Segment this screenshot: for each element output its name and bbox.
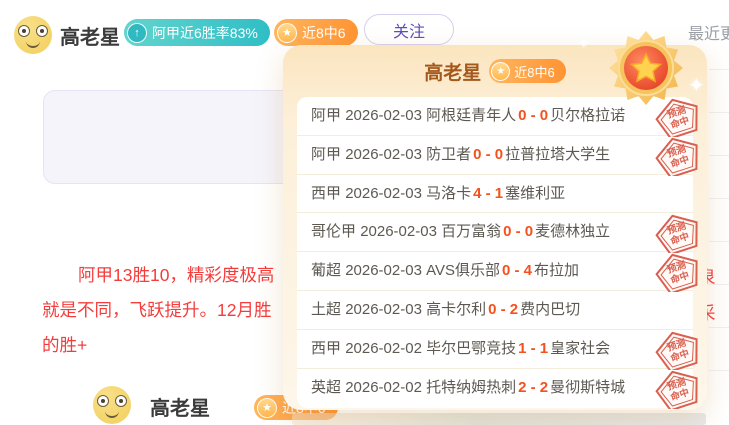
- match-score: 2 - 2: [518, 379, 548, 396]
- home-team: 百万富翁: [441, 223, 501, 240]
- table-row[interactable]: 西甲 2026-02-03 马洛卡4 - 1塞维利亚: [297, 175, 693, 214]
- match-score: 0 - 0: [518, 107, 548, 124]
- match-date: 2026-02-02: [345, 379, 422, 396]
- home-team: AVS俱乐部: [426, 262, 500, 279]
- prediction-hit-stamp: 预测 命中: [653, 136, 703, 176]
- home-team: 毕尔巴鄂竞技: [426, 340, 516, 357]
- svg-text:预测: 预测: [666, 103, 688, 120]
- win-rate-badge-label: 阿甲近6胜率83%: [152, 23, 258, 43]
- home-team: 托特纳姆热刺: [426, 379, 516, 396]
- hits-badge: ★ 近8中6: [274, 19, 358, 46]
- match-date: 2026-02-03: [345, 262, 422, 279]
- match-league: 西甲: [311, 185, 341, 202]
- svg-text:预测: 预测: [666, 220, 688, 237]
- match-date: 2026-02-03: [345, 146, 422, 163]
- home-team: 高卡尔利: [426, 301, 486, 318]
- match-score: 1 - 1: [518, 340, 548, 357]
- star-icon: ★: [491, 62, 510, 81]
- star-icon: ★: [257, 398, 277, 418]
- prediction-hit-stamp: 预测 命中: [653, 369, 703, 409]
- away-team: 布拉加: [534, 262, 579, 279]
- match-date: 2026-02-02: [345, 340, 422, 357]
- gold-medal-icon: [608, 30, 684, 106]
- match-date: 2026-02-03: [345, 301, 422, 318]
- sparkle-icon: ✦: [578, 35, 590, 52]
- table-row[interactable]: 葡超 2026-02-03 AVS俱乐部0 - 4布拉加 预测 命中: [297, 252, 693, 291]
- user-avatar[interactable]: [14, 16, 52, 54]
- win-rate-badge: ↑ 阿甲近6胜率83%: [124, 19, 270, 46]
- svg-text:命中: 命中: [668, 230, 691, 248]
- table-row[interactable]: 英超 2026-02-02 托特纳姆热刺2 - 2曼彻斯特城 预测 命中: [297, 369, 693, 408]
- svg-text:命中: 命中: [668, 347, 691, 365]
- username[interactable]: 高老星: [60, 21, 120, 50]
- prediction-popup: 高老星 ★ 近8中6 ✦ ✦ ✦ 阿甲 2026-02-03 阿根廷青年人0 -…: [283, 45, 707, 410]
- hits-badge-label: 近8中6: [514, 62, 554, 81]
- svg-text:命中: 命中: [668, 153, 691, 171]
- match-date: 2026-02-03: [360, 223, 437, 240]
- svg-text:命中: 命中: [668, 114, 691, 132]
- match-league: 阿甲: [311, 146, 341, 163]
- away-team: 麦德林独立: [535, 223, 610, 240]
- home-team: 马洛卡: [426, 185, 471, 202]
- avatar-eye-icon: [18, 25, 30, 37]
- prediction-hit-stamp: 预测 命中: [653, 213, 703, 253]
- match-score: 0 - 4: [502, 262, 532, 279]
- avatar-eye-icon: [115, 395, 127, 407]
- username[interactable]: 高老星: [150, 392, 210, 421]
- match-league: 英超: [311, 379, 341, 396]
- avatar-smile-icon: [105, 410, 119, 418]
- match-league: 西甲: [311, 340, 341, 357]
- recent-update-label: 最近更: [688, 20, 729, 44]
- sparkle-icon: ✦: [688, 73, 705, 98]
- analysis-text-line: 阿甲13胜10，精彩度极高: [78, 262, 274, 287]
- prediction-hit-stamp: 预测 命中: [653, 252, 703, 292]
- away-team: 曼彻斯特城: [550, 379, 625, 396]
- match-league: 哥伦甲: [311, 223, 356, 240]
- svg-text:预测: 预测: [666, 259, 688, 276]
- svg-text:预测: 预测: [666, 375, 688, 392]
- prediction-list: 阿甲 2026-02-03 阿根廷青年人0 - 0贝尔格拉诺 预测 命中 阿甲 …: [297, 97, 693, 408]
- match-date: 2026-02-03: [345, 107, 422, 124]
- match-league: 葡超: [311, 262, 341, 279]
- star-icon: ★: [277, 23, 297, 43]
- avatar-smile-icon: [26, 40, 40, 48]
- hits-badge: ★ 近8中6: [489, 59, 565, 83]
- match-league: 阿甲: [311, 107, 341, 124]
- svg-text:预测: 预测: [666, 142, 688, 159]
- match-score: 0 - 0: [473, 146, 503, 163]
- away-team: 费内巴切: [520, 301, 580, 318]
- popup-title: 高老星: [424, 58, 481, 85]
- match-score: 4 - 1: [473, 185, 503, 202]
- match-date: 2026-02-03: [345, 185, 422, 202]
- trend-up-icon: ↑: [127, 23, 147, 43]
- match-league: 土超: [311, 301, 341, 318]
- svg-text:命中: 命中: [668, 269, 691, 287]
- table-row[interactable]: 西甲 2026-02-02 毕尔巴鄂竞技1 - 1皇家社会 预测 命中: [297, 330, 693, 369]
- svg-text:预测: 预测: [666, 336, 688, 353]
- table-row[interactable]: 土超 2026-02-03 高卡尔利0 - 2费内巴切: [297, 291, 693, 330]
- home-team: 防卫者: [426, 146, 471, 163]
- away-team: 塞维利亚: [505, 185, 565, 202]
- avatar-eye-icon: [97, 395, 109, 407]
- follow-button[interactable]: 关注: [364, 14, 454, 45]
- svg-text:命中: 命中: [668, 386, 691, 404]
- away-team: 拉普拉塔大学生: [505, 146, 610, 163]
- analysis-text-line: 就是不同，飞跃提升。12月胜: [42, 297, 271, 322]
- avatar-eye-icon: [36, 25, 48, 37]
- table-row[interactable]: 阿甲 2026-02-03 防卫者0 - 0拉普拉塔大学生 预测 命中: [297, 136, 693, 175]
- analysis-text-line: 的胜+: [42, 332, 87, 357]
- user-avatar[interactable]: [93, 386, 131, 424]
- away-team: 皇家社会: [550, 340, 610, 357]
- home-team: 阿根廷青年人: [426, 107, 516, 124]
- blurred-banner-edge: [292, 413, 706, 425]
- hits-badge-label: 近8中6: [302, 23, 346, 43]
- prediction-hit-stamp: 预测 命中: [653, 330, 703, 370]
- match-score: 0 - 0: [503, 223, 533, 240]
- sparkle-icon: ✦: [613, 103, 621, 114]
- table-row[interactable]: 哥伦甲 2026-02-03 百万富翁0 - 0麦德林独立 预测 命中: [297, 213, 693, 252]
- match-score: 0 - 2: [488, 301, 518, 318]
